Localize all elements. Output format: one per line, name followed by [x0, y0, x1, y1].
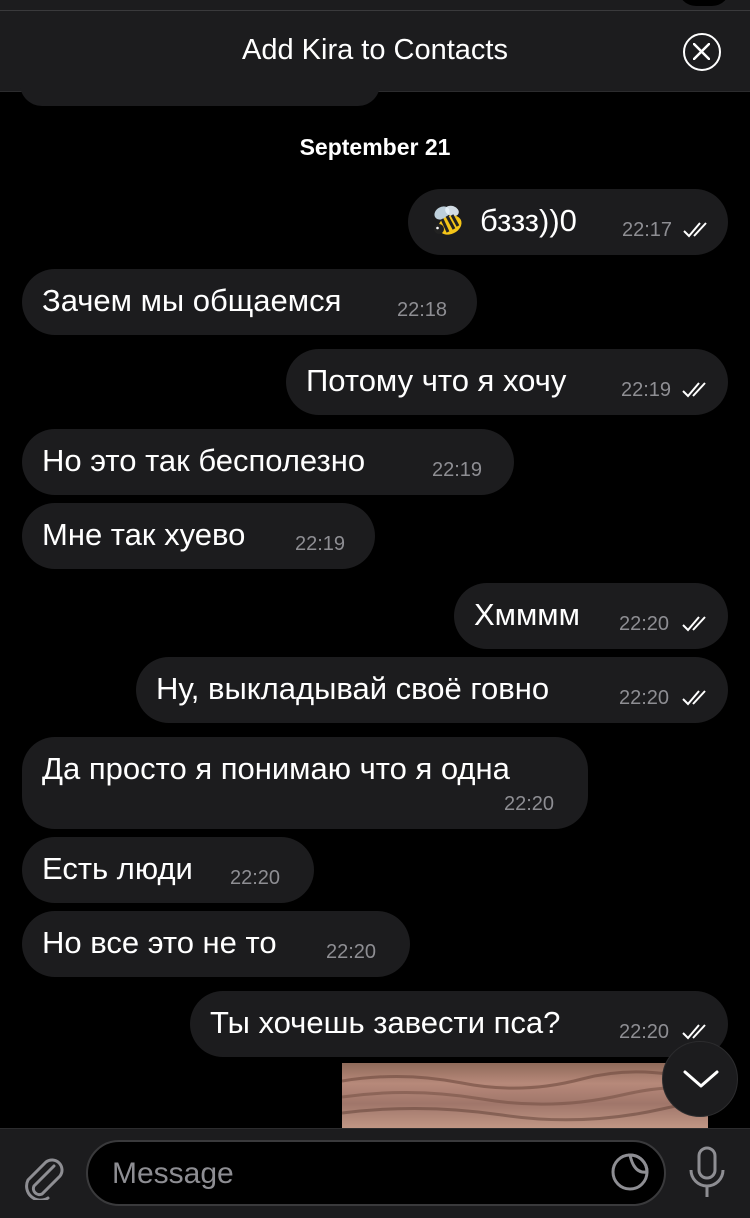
message-bubble-incoming[interactable]: Зачем мы общаемся 22:18 — [22, 269, 477, 335]
double-check-icon — [683, 222, 707, 238]
paperclip-icon[interactable] — [20, 1150, 66, 1200]
message-text: Зачем мы общаемся — [42, 283, 342, 318]
message-time: 22:17 — [622, 219, 673, 241]
photo-message[interactable] — [342, 1063, 708, 1131]
message-bubble-outgoing[interactable]: Потому что я хочу 22:19 — [286, 349, 728, 415]
date-divider: September 21 — [299, 134, 451, 160]
message-text: Мне так хуево — [42, 517, 246, 552]
message-time: 22:19 — [295, 533, 346, 555]
message-text: Есть люди — [42, 851, 193, 886]
message-bubble-incoming[interactable]: Но все это не то 22:20 — [22, 911, 410, 977]
message-time: 22:20 — [619, 613, 670, 635]
message-time: 22:20 — [230, 867, 281, 889]
message-time: 22:19 — [621, 379, 672, 401]
message-text: Ну, выкладывай своё говно — [156, 671, 550, 706]
message-text: Ты хочешь завести пса? — [210, 1005, 561, 1040]
close-icon[interactable] — [683, 33, 721, 71]
photo-texture — [342, 1070, 708, 1122]
previous-message-bubble — [20, 82, 380, 106]
message-text: Хмммм — [474, 597, 580, 632]
message-bubble-outgoing[interactable]: Хмммм 22:20 — [454, 583, 728, 649]
message-bubble-incoming[interactable]: Но это так бесполезно 22:19 — [22, 429, 514, 495]
message-bubble-incoming[interactable]: Мне так хуево 22:19 — [22, 503, 375, 569]
message-input-placeholder: Message — [112, 1157, 234, 1190]
message-bubble-outgoing[interactable]: Ты хочешь завести пса? 22:20 — [190, 991, 728, 1057]
add-contact-banner: Add Kira to Contacts — [0, 0, 750, 92]
bee-icon — [434, 205, 462, 235]
double-check-icon — [682, 382, 706, 398]
message-time: 22:20 — [326, 941, 377, 963]
avatar[interactable] — [678, 0, 730, 6]
message-bubble-outgoing[interactable]: бззз))0 22:17 — [408, 189, 728, 255]
status-divider — [0, 10, 750, 11]
message-time: 22:20 — [504, 793, 555, 815]
message-text: Да просто я понимаю что я одна — [42, 751, 510, 786]
message-bubble-incoming[interactable]: Да просто я понимаю что я одна 22:20 — [22, 737, 588, 829]
message-bubble-incoming[interactable]: Есть люди 22:20 — [22, 837, 314, 903]
message-input[interactable]: Message — [86, 1140, 666, 1206]
message-text: Но все это не то — [42, 925, 277, 960]
message-text: Но это так бесполезно — [42, 443, 366, 478]
scroll-to-bottom-button[interactable] — [662, 1041, 738, 1117]
message-time: 22:20 — [619, 1021, 670, 1043]
double-check-icon — [682, 690, 706, 706]
microphone-icon[interactable] — [688, 1146, 726, 1200]
message-time: 22:19 — [432, 459, 483, 481]
double-check-icon — [682, 1024, 706, 1040]
message-text: бззз))0 — [480, 203, 577, 238]
message-text: Потому что я хочу — [306, 363, 567, 398]
sticker-icon[interactable] — [610, 1152, 650, 1192]
message-time: 22:18 — [397, 299, 448, 321]
message-bubble-outgoing[interactable]: Ну, выкладывай своё говно 22:20 — [136, 657, 728, 723]
double-check-icon — [682, 616, 706, 632]
message-time: 22:20 — [619, 687, 670, 709]
chevron-down-icon — [683, 1070, 719, 1088]
add-contact-button[interactable]: Add Kira to Contacts — [0, 34, 750, 67]
